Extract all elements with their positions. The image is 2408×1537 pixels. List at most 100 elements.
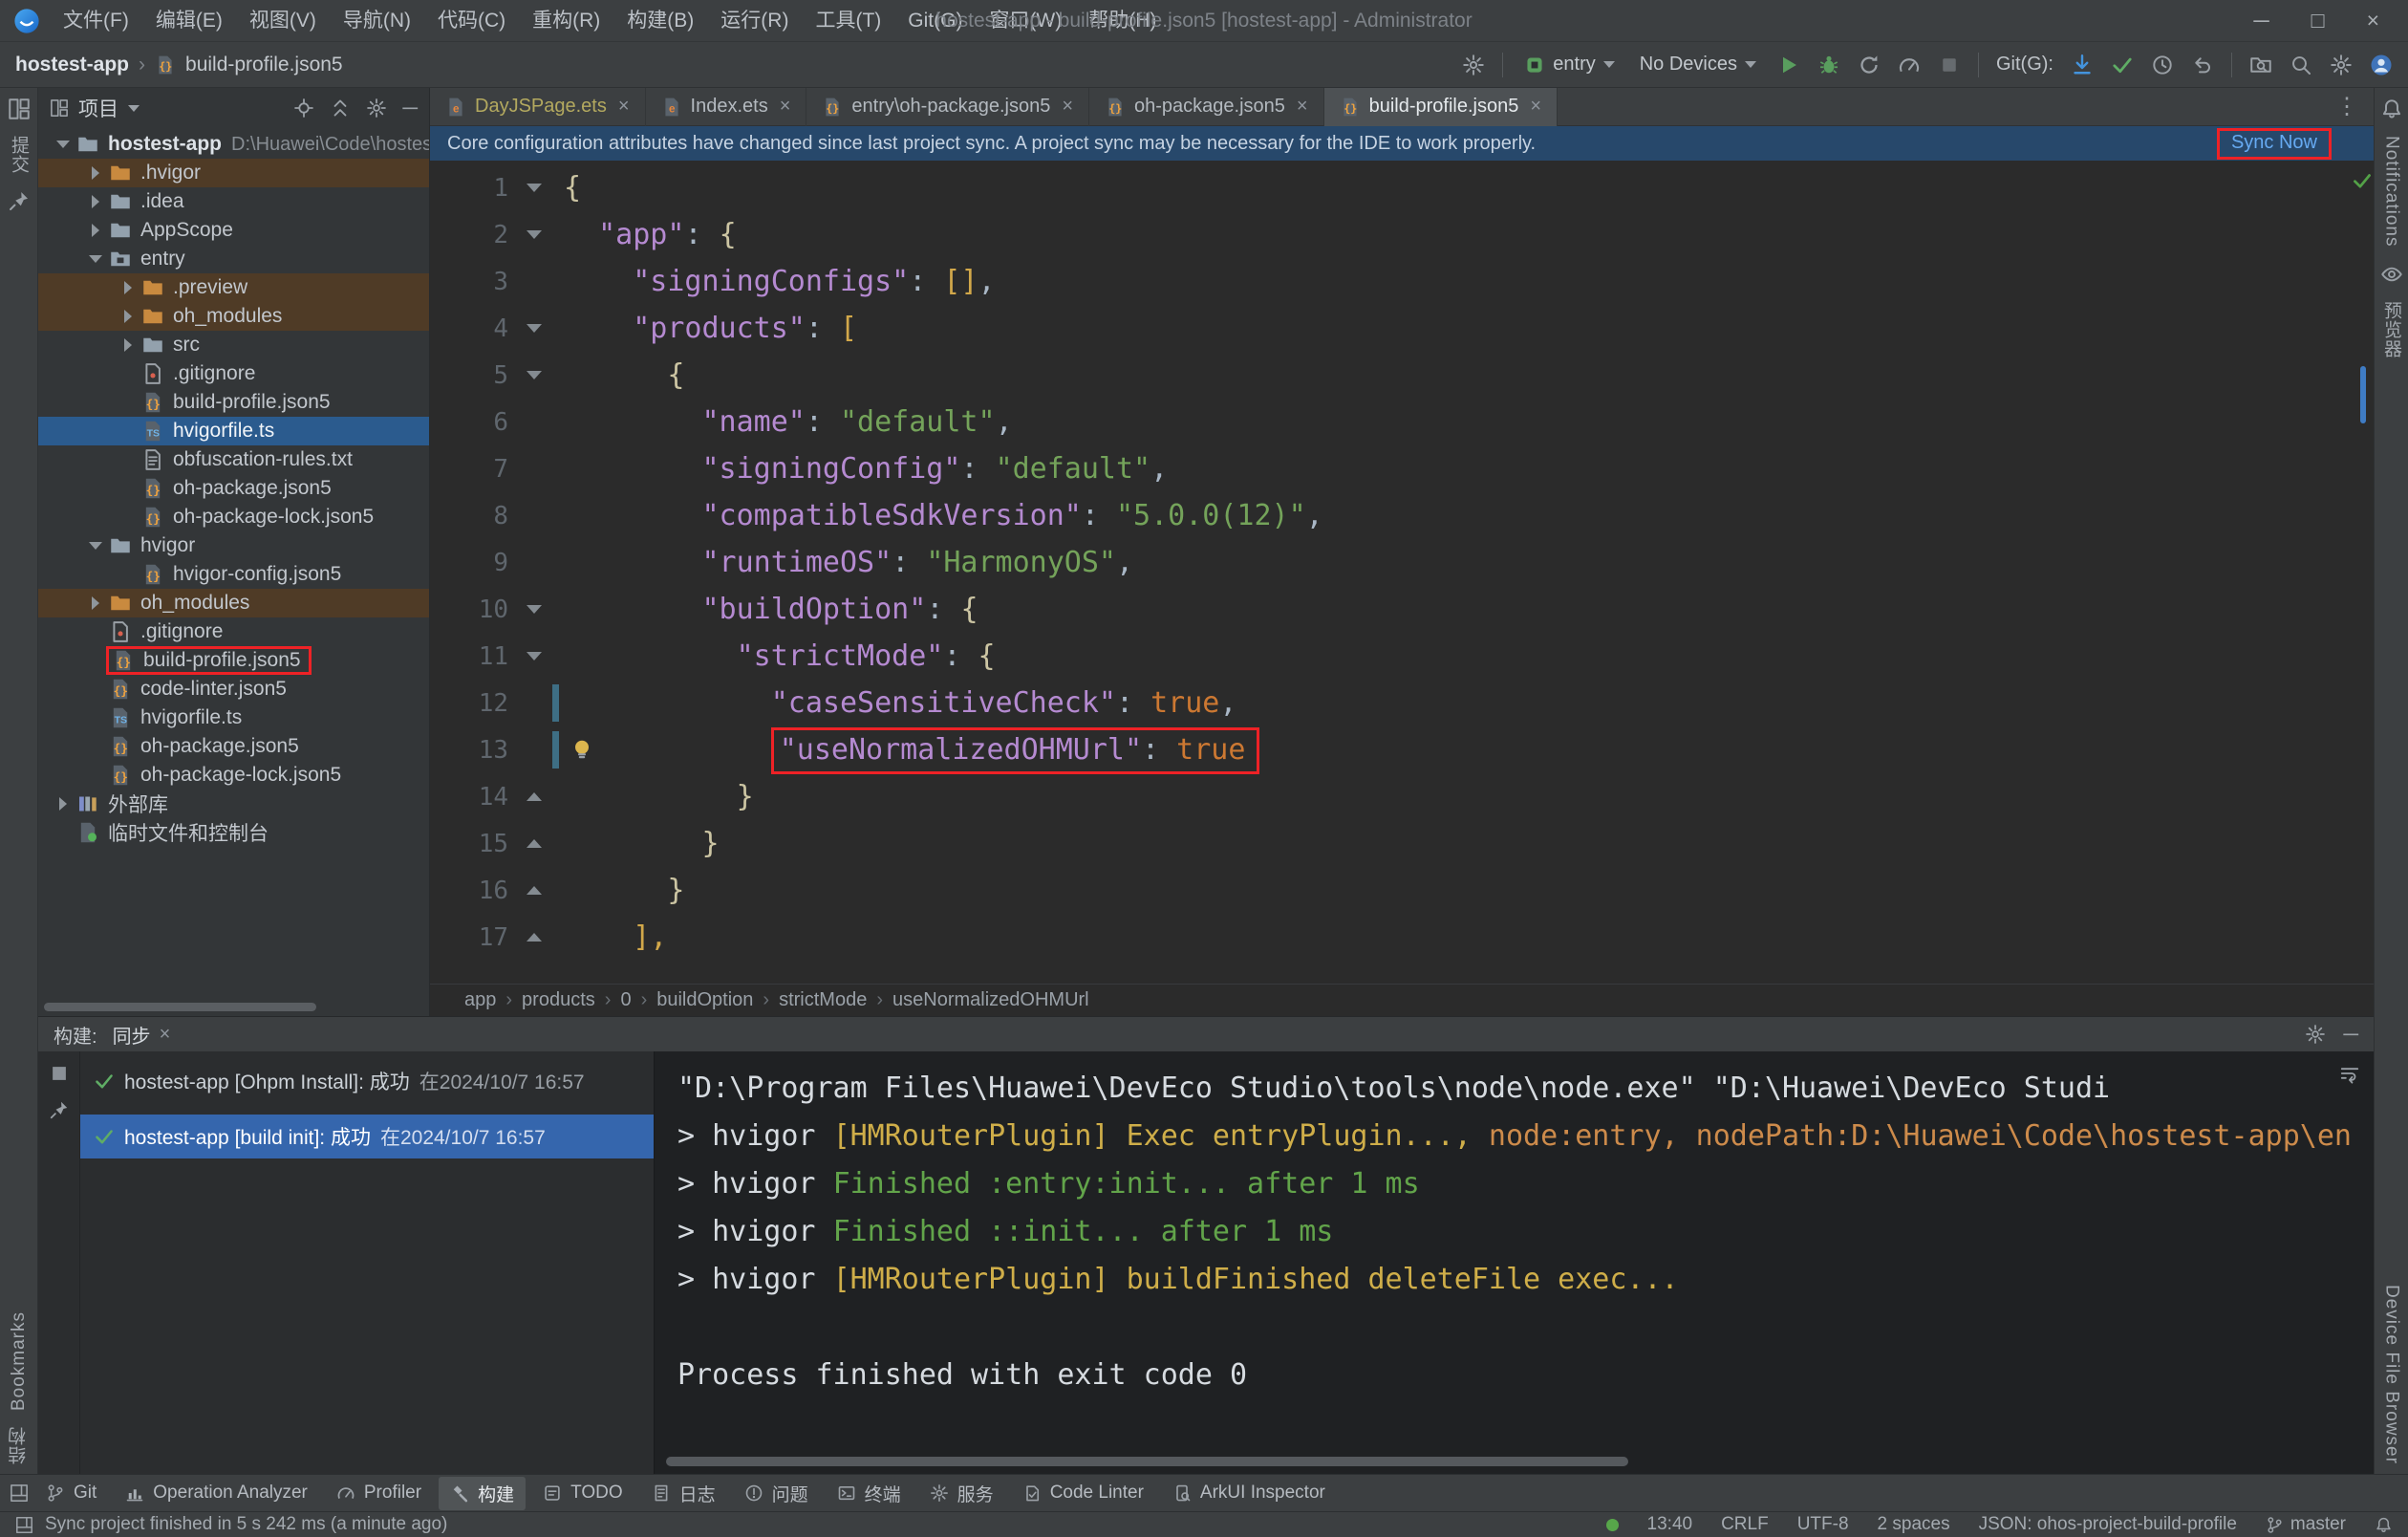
encoding-selector[interactable]: UTF-8 (1797, 1514, 1849, 1535)
ide-settings-icon[interactable] (1462, 54, 1485, 76)
chevron-right-icon[interactable] (50, 790, 76, 818)
tree-item[interactable]: {} oh-package.json5 (38, 732, 429, 761)
search-everywhere-button[interactable] (2290, 54, 2312, 76)
project-tree-hscrollbar[interactable] (44, 1003, 316, 1011)
tool-window-button[interactable]: TODO (531, 1477, 634, 1510)
tree-item[interactable]: oh_modules (38, 589, 429, 617)
editor-tab[interactable]: e DayJSPage.ets × (430, 87, 646, 126)
device-selector[interactable]: No Devices (1636, 52, 1760, 77)
fold-down-icon[interactable] (518, 230, 550, 239)
breadcrumb-file[interactable]: build-profile.json5 (185, 54, 343, 76)
editor-scrollbar[interactable] (2351, 164, 2374, 984)
code-line[interactable]: 2 "app": { (430, 211, 2374, 258)
tree-item[interactable]: obfuscation-rules.txt (38, 445, 429, 474)
code-line[interactable]: 5 { (430, 352, 2374, 399)
chevron-right-icon[interactable] (115, 273, 141, 302)
code-line[interactable]: 4 "products": [ (430, 305, 2374, 352)
fold-up-icon[interactable] (518, 839, 550, 848)
minimize-panel-button[interactable]: ─ (2343, 1022, 2358, 1047)
code-line[interactable]: 14 } (430, 773, 2374, 820)
chevron-down-icon[interactable] (82, 531, 109, 560)
fold-down-icon[interactable] (518, 652, 550, 660)
tool-window-button[interactable]: 日志 (640, 1477, 727, 1510)
code-line[interactable]: 15 } (430, 820, 2374, 867)
build-console[interactable]: "D:\Program Files\Huawei\DevEco Studio\t… (654, 1051, 2374, 1474)
code-editor[interactable]: 1{2 "app": {3 "signingConfigs": [], 4 "pr… (430, 161, 2374, 984)
notifications-icon[interactable] (2380, 97, 2403, 120)
tree-item[interactable]: hostest-app D:\Huawei\Code\hostest-a (38, 130, 429, 159)
code-line[interactable]: 3 "signingConfigs": [], (430, 258, 2374, 305)
project-settings-icon[interactable] (366, 97, 387, 119)
tree-item[interactable]: {} oh-package.json5 (38, 474, 429, 503)
update-project-button[interactable] (2071, 54, 2094, 76)
intention-bulb-icon[interactable] (570, 738, 594, 763)
tab-close-icon[interactable]: × (1530, 96, 1541, 118)
build-task-row[interactable]: hostest-app [Ohpm Install]: 成功 在2024/10/7… (80, 1059, 654, 1103)
tree-item[interactable]: {} oh-package-lock.json5 (38, 503, 429, 531)
export-icon[interactable] (49, 1099, 70, 1120)
tree-item[interactable]: .hvigor (38, 159, 429, 187)
fold-up-icon[interactable] (518, 792, 550, 801)
build-settings-icon[interactable] (2305, 1024, 2326, 1045)
git-branch-widget[interactable]: master (2266, 1514, 2346, 1535)
tree-item[interactable]: .gitignore (38, 617, 429, 646)
sync-project-button[interactable] (1858, 54, 1881, 76)
run-button[interactable] (1777, 54, 1800, 76)
menu-item[interactable]: 代码(C) (424, 0, 519, 42)
device-file-browser-button[interactable]: Device File Browser (2381, 1285, 2402, 1464)
build-task-row[interactable]: hostest-app [build init]: 成功 在2024/10/7 1… (80, 1115, 654, 1158)
tool-window-button[interactable]: 构建 (439, 1476, 527, 1510)
tab-close-icon[interactable]: × (1062, 96, 1073, 118)
fold-down-icon[interactable] (518, 184, 550, 192)
tab-close-icon[interactable]: × (780, 96, 791, 118)
chevron-down-icon[interactable] (50, 130, 76, 159)
menu-item[interactable]: 工具(T) (802, 0, 894, 42)
breadcrumb-item[interactable]: strictMode (779, 989, 867, 1011)
indent-selector[interactable]: 2 spaces (1878, 1514, 1950, 1535)
tree-item[interactable]: {} build-profile.json5 (38, 388, 429, 417)
select-opened-file-button[interactable] (293, 97, 314, 119)
tree-item[interactable]: {} hvigor-config.json5 (38, 560, 429, 589)
tree-item[interactable]: src (38, 331, 429, 359)
commit-toolwindow-button[interactable]: 提交 (6, 136, 32, 174)
sync-now-button[interactable]: Sync Now (2216, 127, 2332, 160)
debug-button[interactable] (1817, 54, 1840, 76)
tree-item[interactable]: {} build-profile.json5 (38, 646, 429, 675)
tree-item[interactable]: .gitignore (38, 359, 429, 388)
code-line[interactable]: 10 "buildOption": { (430, 586, 2374, 633)
fold-up-icon[interactable] (518, 933, 550, 942)
run-config-selector[interactable]: entry (1520, 52, 1618, 77)
tool-window-button[interactable]: Profiler (325, 1477, 433, 1510)
breadcrumb-item[interactable]: 0 (620, 989, 631, 1011)
console-hscrollbar[interactable] (666, 1457, 1629, 1466)
tool-window-button[interactable]: Git (34, 1477, 108, 1510)
account-avatar[interactable] (2370, 54, 2393, 76)
chevron-down-icon[interactable] (128, 104, 140, 112)
breadcrumb-item[interactable]: app (464, 989, 496, 1011)
code-line[interactable]: 11 "strictMode": { (430, 633, 2374, 680)
history-button[interactable] (2151, 54, 2174, 76)
chevron-down-icon[interactable] (82, 245, 109, 273)
chevron-right-icon[interactable] (115, 331, 141, 359)
json-schema-selector[interactable]: JSON: ohos-project-build-profile (1979, 1514, 2237, 1535)
tab-close-icon[interactable]: × (1297, 96, 1308, 118)
code-line[interactable]: 1{ (430, 164, 2374, 211)
chevron-right-icon[interactable] (82, 589, 109, 617)
tree-item[interactable]: {} oh-package-lock.json5 (38, 761, 429, 790)
inspections-ok-icon[interactable] (2352, 170, 2373, 191)
profiler-button[interactable] (1898, 54, 1921, 76)
tool-window-button[interactable]: ArkUI Inspector (1161, 1477, 1337, 1510)
code-line[interactable]: 9 "runtimeOS": "HarmonyOS", (430, 539, 2374, 586)
suspend-icon[interactable] (49, 1063, 70, 1084)
editor-tab[interactable]: {} build-profile.json5 × (1323, 87, 1559, 126)
project-panel-title[interactable]: 项目 (78, 94, 118, 122)
menu-item[interactable]: 运行(R) (707, 0, 802, 42)
notifications-bell-icon[interactable] (2375, 1516, 2393, 1534)
line-ending-selector[interactable]: CRLF (1721, 1514, 1769, 1535)
menu-item[interactable]: 重构(R) (519, 0, 613, 42)
editor-tab[interactable]: e Index.ets × (646, 87, 807, 126)
collapse-all-button[interactable] (330, 97, 351, 119)
find-in-files-button[interactable] (2249, 54, 2272, 76)
chevron-right-icon[interactable] (82, 159, 109, 187)
code-line[interactable]: 17 ], (430, 914, 2374, 961)
